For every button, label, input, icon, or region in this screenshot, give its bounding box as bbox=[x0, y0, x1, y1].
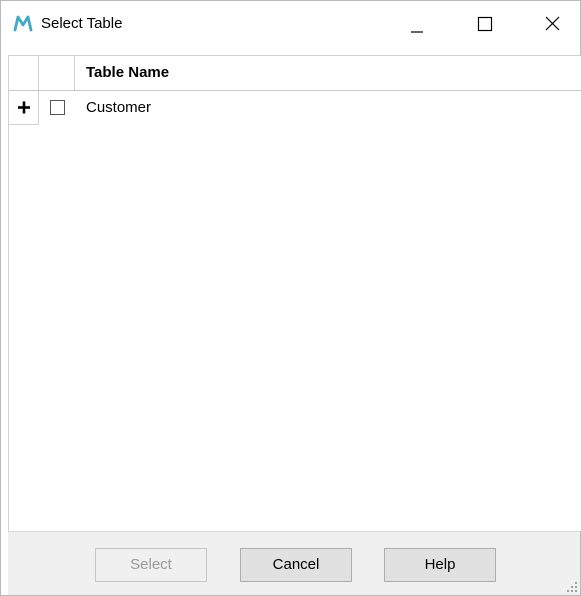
select-button[interactable]: Select bbox=[95, 548, 207, 582]
plus-icon bbox=[18, 101, 30, 114]
cancel-button[interactable]: Cancel bbox=[240, 548, 352, 582]
maximize-icon bbox=[477, 16, 493, 32]
close-button[interactable] bbox=[529, 1, 575, 47]
m-logo-icon bbox=[13, 15, 33, 32]
row-checkbox-cell bbox=[39, 91, 75, 125]
select-table-dialog: Select Table Table Name Customer Select … bbox=[0, 0, 581, 596]
help-button[interactable]: Help bbox=[384, 548, 496, 582]
row-checkbox[interactable] bbox=[50, 100, 65, 115]
table-row[interactable]: Customer bbox=[9, 91, 581, 125]
table-grid: Table Name Customer bbox=[8, 55, 581, 531]
maximize-button[interactable] bbox=[463, 1, 509, 47]
dialog-footer: Select Cancel Help bbox=[8, 531, 580, 595]
table-name-column-header[interactable]: Table Name bbox=[75, 56, 581, 90]
minimize-button[interactable] bbox=[393, 1, 439, 47]
close-icon bbox=[545, 16, 560, 31]
expand-column-header bbox=[9, 56, 39, 90]
minimize-icon bbox=[411, 31, 423, 33]
title-bar[interactable]: Select Table bbox=[1, 1, 580, 47]
table-name-cell[interactable]: Customer bbox=[75, 91, 575, 125]
window-title: Select Table bbox=[41, 15, 123, 32]
grid-header: Table Name bbox=[9, 55, 581, 91]
checkbox-column-header bbox=[39, 56, 75, 90]
resize-grip-icon[interactable] bbox=[566, 581, 578, 593]
expand-row-button[interactable] bbox=[9, 91, 39, 125]
